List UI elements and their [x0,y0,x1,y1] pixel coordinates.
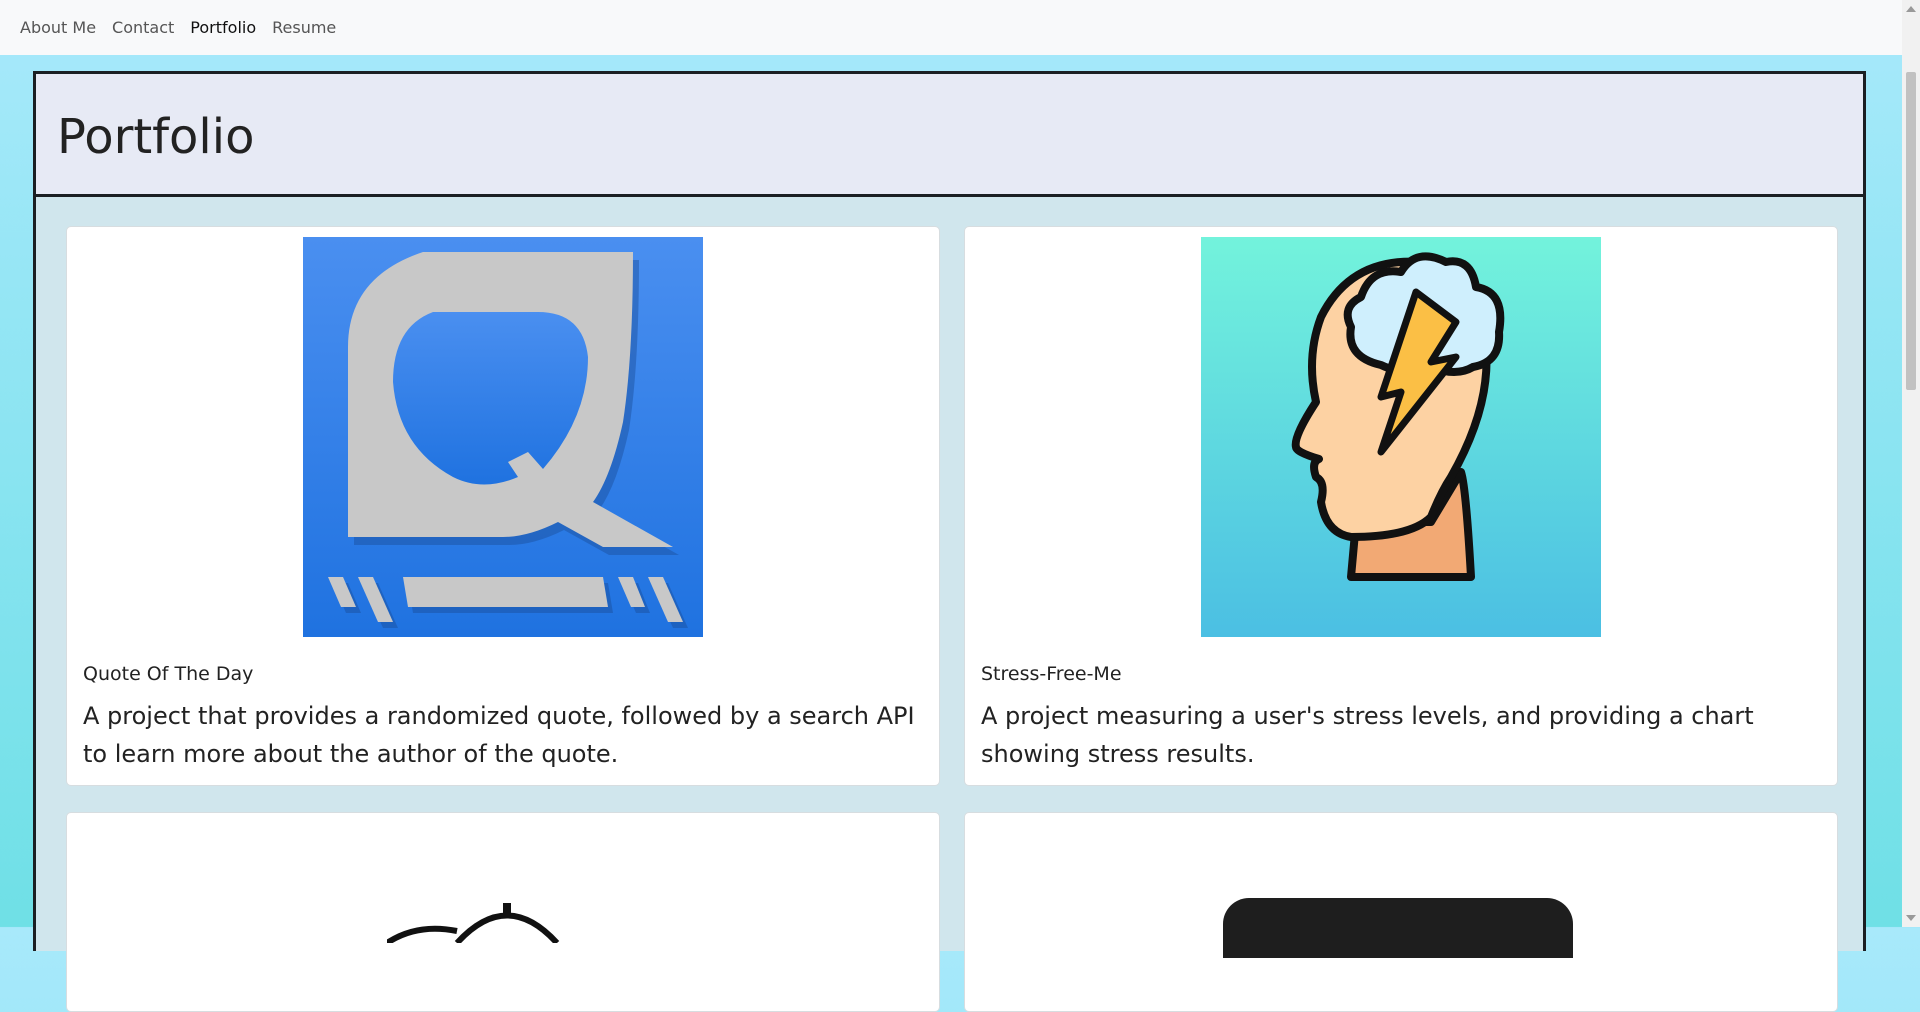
project-card-quote-of-the-day[interactable]: Quote Of The Day A project that provides… [66,226,940,786]
q-logo-icon [303,237,703,637]
nav-link-about-me[interactable]: About Me [0,18,104,37]
scroll-down-icon[interactable] [1906,915,1916,921]
page-scrollbar[interactable] [1902,0,1920,927]
card-description: A project that provides a randomized quo… [83,702,915,768]
page-title: Portfolio [57,109,255,165]
nav-link-resume[interactable]: Resume [264,18,344,37]
nav-link-portfolio[interactable]: Portfolio [182,18,264,37]
scroll-up-icon[interactable] [1906,6,1916,12]
card-description: A project measuring a user's stress leve… [981,702,1754,768]
dark-rounded-icon [1223,898,1573,958]
card-title: Quote Of The Day [83,663,254,685]
stopwatch-icon [387,903,560,943]
project-card-4[interactable] [964,812,1838,1012]
nav-link-contact[interactable]: Contact [104,18,182,37]
card-title: Stress-Free-Me [981,663,1122,685]
portfolio-section: Portfolio Quote Of The Day A project tha… [33,71,1866,1012]
project-card-3[interactable] [66,812,940,1012]
top-navbar: About Me Contact Portfolio Resume [0,0,1902,55]
stressed-head-icon [1201,237,1601,637]
project-card-stress-free-me[interactable]: Stress-Free-Me A project measuring a use… [964,226,1838,786]
scrollbar-thumb[interactable] [1906,72,1916,390]
portfolio-header: Portfolio [36,74,1863,197]
